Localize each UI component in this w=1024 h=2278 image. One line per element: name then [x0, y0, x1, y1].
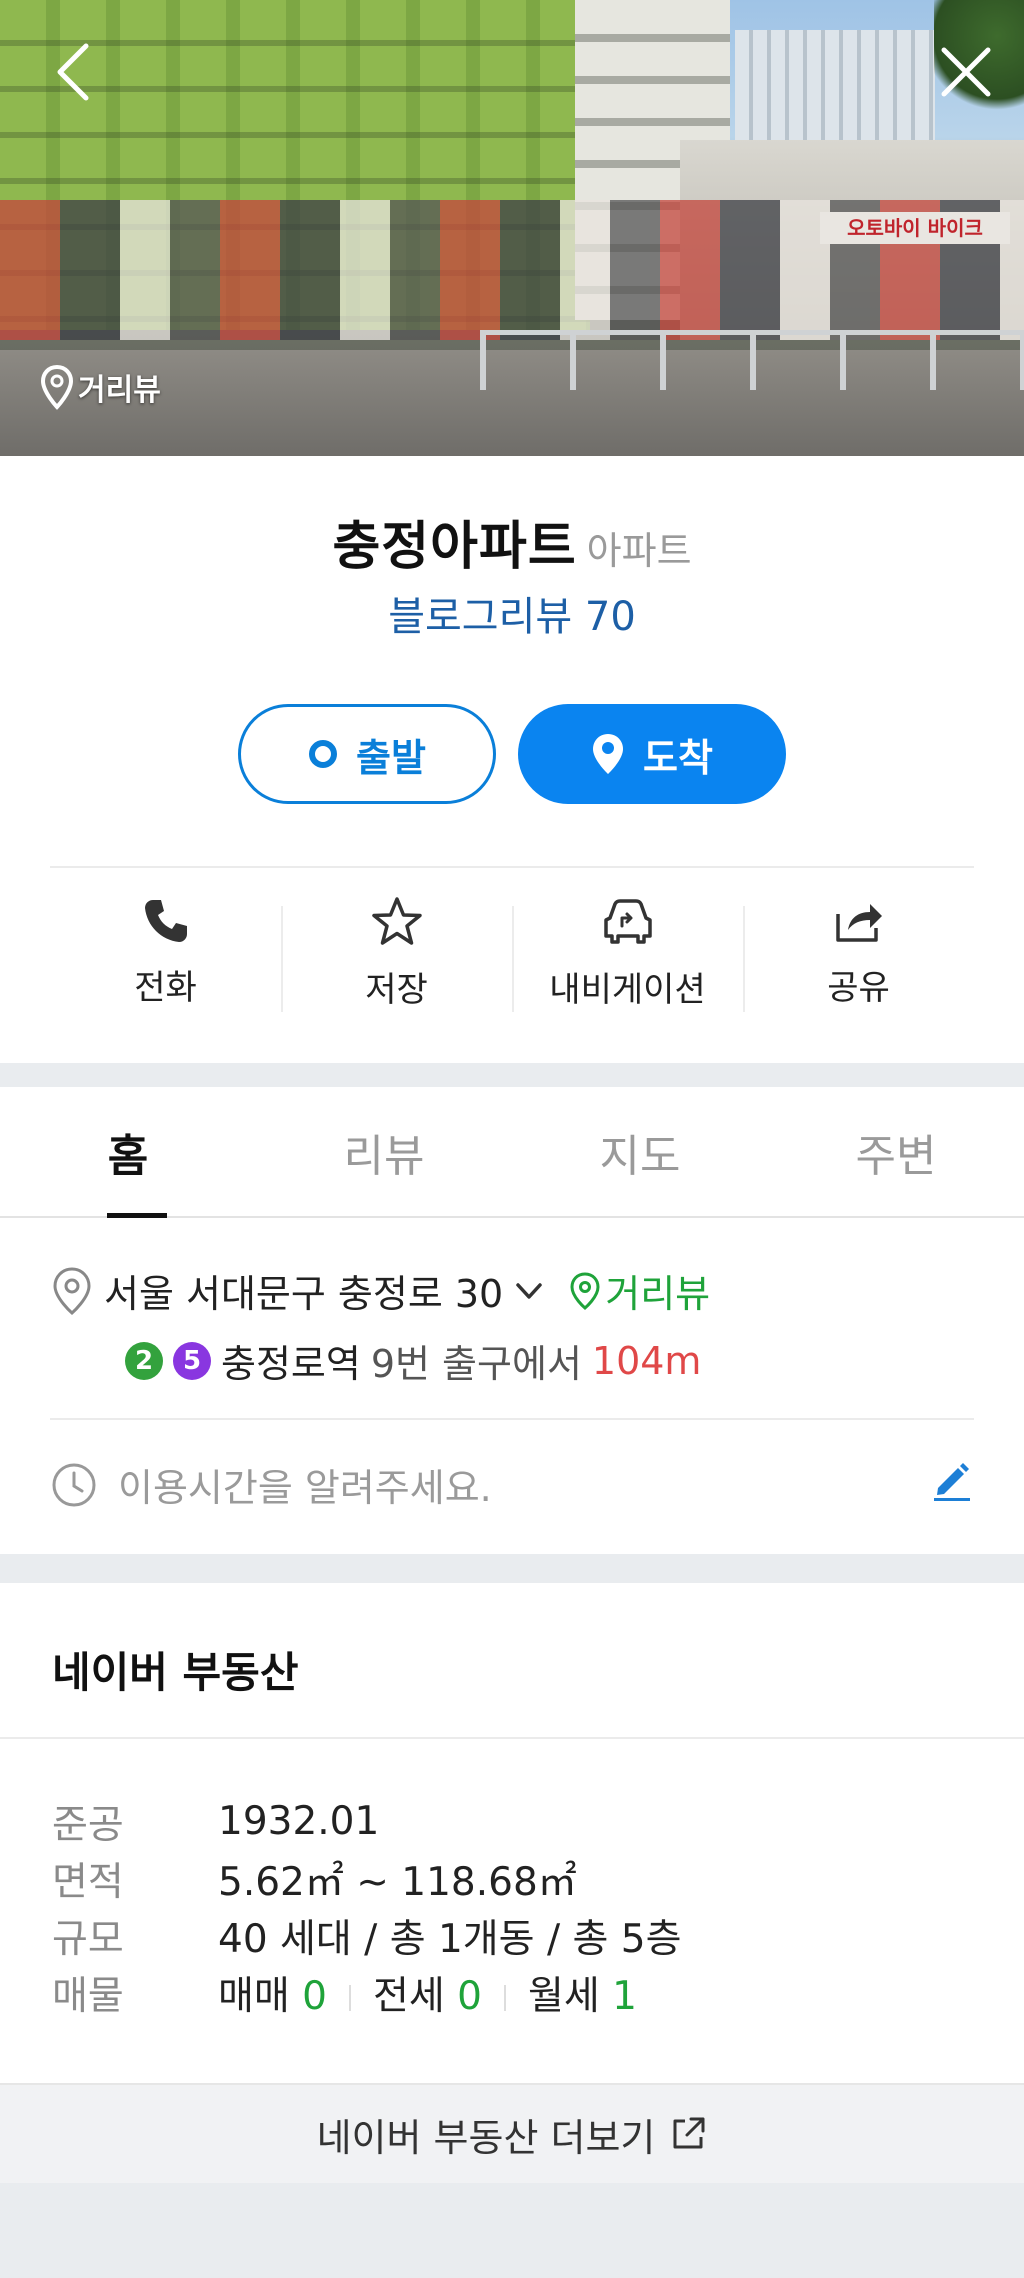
close-button[interactable]: [934, 40, 998, 104]
more-label: 네이버 부동산 더보기: [316, 2115, 656, 2160]
info-key: 규모: [52, 1916, 124, 1962]
route-start-label: 출발: [356, 735, 426, 780]
jeonse-label: 전세: [373, 1973, 445, 2019]
address-text[interactable]: 서울 서대문구 충정로 30: [104, 1263, 503, 1318]
info-row-listings: 매물 매매 0 전세 0 월세 1: [52, 1964, 681, 2021]
info-row-completion: 준공 1932.01: [52, 1793, 681, 1850]
street-view-link[interactable]: 거리뷰: [569, 1263, 710, 1318]
navigation-button[interactable]: 내비게이션: [512, 896, 743, 1036]
sale-count: 0: [302, 1973, 327, 2019]
blog-review-link[interactable]: 블로그리뷰 70: [0, 584, 1024, 642]
divider: [0, 1737, 1024, 1739]
call-label: 전화: [134, 968, 197, 1008]
real-estate-section: 네이버 부동산 준공 1932.01 면적 5.62㎡ ~ 118.68㎡ 규모…: [0, 1583, 1024, 2183]
jeonse-count: 0: [457, 1973, 482, 2019]
action-bar: 전화 저장 내비게이션 공유: [50, 896, 974, 1036]
origin-dot-icon: [309, 740, 338, 768]
photo-shop-sign: 오토바이 바이크: [820, 212, 1010, 244]
street-view-photo[interactable]: 오토바이 바이크 거리뷰: [0, 0, 1024, 456]
subway-exit: 9번 출구에서: [370, 1342, 582, 1386]
place-category: 아파트: [586, 529, 692, 573]
divider: [349, 1985, 351, 2011]
sale-label: 매매: [218, 1973, 290, 2019]
street-view-tag[interactable]: 거리뷰: [40, 364, 161, 410]
info-value: 5.62㎡ ~ 118.68㎡: [218, 1859, 577, 1905]
street-view-link-label: 거리뷰: [605, 1272, 711, 1316]
save-label: 저장: [365, 970, 428, 1010]
call-button[interactable]: 전화: [50, 896, 281, 1036]
tab-home[interactable]: 홈: [0, 1087, 256, 1216]
hours-row: 이용시간을 알려주세요.: [50, 1457, 974, 1512]
hours-placeholder: 이용시간을 알려주세요.: [118, 1466, 492, 1510]
place-summary-card: 충정아파트 아파트 블로그리뷰 70 출발 도착 전화 저장 내비게이션 공유: [0, 456, 1024, 1063]
share-label: 공유: [827, 968, 890, 1008]
info-row-scale: 규모 40 세대 / 총 1개동 / 총 5층: [52, 1907, 681, 1964]
location-pin-icon: [53, 1266, 91, 1315]
destination-pin-icon: [593, 734, 624, 774]
tab-reviews[interactable]: 리뷰: [256, 1087, 512, 1216]
tab-map[interactable]: 지도: [512, 1087, 768, 1216]
info-value: 40 세대 / 총 1개동 / 총 5층: [218, 1916, 682, 1962]
chevron-down-icon[interactable]: [513, 1275, 545, 1307]
real-estate-info: 준공 1932.01 면적 5.62㎡ ~ 118.68㎡ 규모 40 세대 /…: [52, 1793, 681, 2021]
info-value: 1932.01: [218, 1799, 380, 1844]
navigation-label: 내비게이션: [549, 970, 706, 1010]
photo-railing: [480, 330, 1024, 390]
share-icon: [835, 904, 882, 942]
subway-distance: 104m: [591, 1338, 702, 1383]
edit-hours-button[interactable]: [930, 1458, 974, 1511]
info-value: 매매 0 전세 0 월세 1: [218, 1965, 637, 2021]
monthly-label: 월세: [528, 1973, 600, 2019]
phone-icon: [144, 900, 187, 942]
tab-bar: 홈 리뷰 지도 주변: [0, 1087, 1024, 1218]
monthly-count: 1: [612, 1973, 637, 2019]
close-icon: [941, 47, 991, 97]
save-button[interactable]: 저장: [281, 896, 512, 1036]
pin-outline-icon: [40, 364, 74, 410]
divider: [50, 866, 974, 868]
external-link-icon: [673, 2117, 705, 2149]
info-key: 매물: [52, 1973, 124, 2019]
real-estate-more-button[interactable]: 네이버 부동산 더보기: [0, 2083, 1024, 2183]
place-detail-card: 홈 리뷰 지도 주변 서울 서대문구 충정로 30 거리뷰 2 5 충정로역 9…: [0, 1087, 1024, 1554]
route-arrive-button[interactable]: 도착: [518, 704, 786, 804]
star-icon: [371, 897, 422, 945]
place-name: 충정아파트: [332, 517, 577, 577]
divider: [504, 1985, 506, 2011]
tab-nearby[interactable]: 주변: [768, 1087, 1024, 1216]
street-view-pin-icon: [570, 1271, 600, 1310]
subway-station: 충정로역: [221, 1342, 361, 1386]
clock-icon: [52, 1463, 96, 1506]
subway-line-badge: 5: [173, 1341, 211, 1380]
section-title: 네이버 부동산: [52, 1648, 299, 1697]
pencil-icon: [934, 1463, 970, 1501]
title-row: 충정아파트 아파트: [0, 504, 1024, 579]
info-key: 준공: [52, 1802, 124, 1848]
address-row: 서울 서대문구 충정로 30 거리뷰: [50, 1263, 710, 1318]
back-arrow-icon: [57, 43, 89, 101]
street-view-tag-label: 거리뷰: [78, 373, 161, 408]
subway-line-badge: 2: [125, 1341, 163, 1380]
subway-row: 2 5 충정로역 9번 출구에서 104m: [125, 1333, 701, 1388]
share-button[interactable]: 공유: [743, 896, 974, 1036]
photo-building: [735, 30, 935, 150]
info-row-area: 면적 5.62㎡ ~ 118.68㎡: [52, 1850, 681, 1907]
divider: [50, 1418, 974, 1420]
info-key: 면적: [52, 1859, 124, 1905]
route-start-button[interactable]: 출발: [238, 704, 496, 804]
back-button[interactable]: [42, 40, 106, 104]
navigation-car-icon: [603, 899, 652, 944]
route-arrive-label: 도착: [643, 735, 713, 780]
